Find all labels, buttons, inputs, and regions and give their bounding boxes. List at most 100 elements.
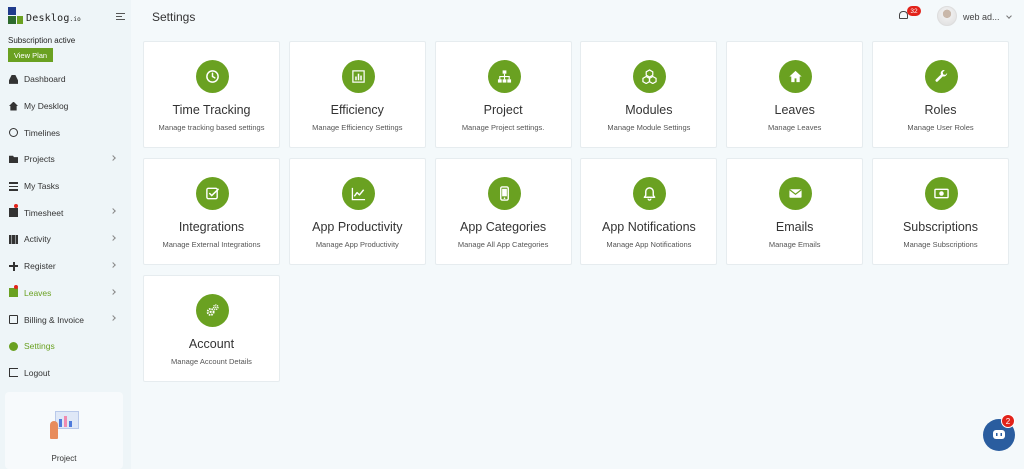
card-app-productivity[interactable]: App Productivity Manage App Productivity — [288, 158, 426, 265]
home-icon — [9, 101, 18, 111]
plus-icon — [9, 261, 18, 271]
gear-icon — [9, 341, 18, 351]
logo-text: Desklog.io — [26, 13, 81, 24]
dashboard-icon — [9, 74, 18, 84]
sidebar-item-label: Timelines — [24, 127, 61, 138]
sidebar-item-label: Logout — [24, 367, 50, 378]
clock-icon — [196, 60, 229, 93]
card-title: Modules — [625, 103, 673, 117]
cubes-icon — [633, 60, 667, 93]
alert-dot — [14, 284, 18, 289]
card-description: Manage External Integrations — [162, 240, 261, 249]
sitemap-icon — [487, 60, 521, 93]
sidebar-item-timesheet[interactable]: Timesheet — [0, 199, 131, 226]
card-description: Manage Leaves — [768, 123, 822, 132]
sidebar-item-my-tasks[interactable]: My Tasks — [0, 173, 131, 200]
chevron-right-icon — [110, 261, 116, 268]
sidebar-item-label: Projects — [24, 154, 55, 165]
card-project[interactable]: Project Manage Project settings. — [434, 41, 572, 148]
grid-icon — [9, 234, 18, 244]
card-title: Project — [483, 103, 523, 117]
envelope-icon — [779, 177, 813, 210]
sidebar: Desklog.io Subscription active View Plan… — [0, 0, 131, 469]
view-plan-button[interactable]: View Plan — [8, 48, 53, 62]
logo-mark-icon — [8, 7, 23, 24]
sidebar-item-label: Settings — [24, 341, 55, 352]
card-leaves[interactable]: Leaves Manage Leaves — [726, 41, 864, 148]
card-description: Manage App Productivity — [315, 240, 399, 249]
sidebar-item-label: Billing & Invoice — [24, 314, 85, 325]
card-description: Manage User Roles — [907, 123, 974, 132]
card-app-notifications[interactable]: App Notifications Manage App Notificatio… — [580, 158, 718, 265]
sidebar-item-label: Leaves — [24, 287, 52, 298]
sidebar-item-label: My Tasks — [24, 181, 60, 192]
sidebar-item-activity[interactable]: Activity — [0, 226, 131, 253]
card-efficiency[interactable]: Efficiency Manage Efficiency Settings — [288, 41, 426, 148]
card-subscriptions[interactable]: Subscriptions Manage Subscriptions — [872, 158, 1009, 265]
home-icon — [779, 60, 813, 93]
card-title: App Productivity — [312, 220, 403, 234]
sidebar-item-label: Activity — [24, 234, 51, 245]
folder-icon — [9, 155, 18, 164]
top-bar: Settings 32 web ad... — [131, 0, 1024, 33]
sidebar-item-register[interactable]: Register — [0, 253, 131, 280]
line-chart-icon — [341, 177, 375, 210]
card-emails[interactable]: Emails Manage Emails — [726, 158, 864, 265]
chevron-right-icon — [110, 288, 116, 295]
card-description: Manage Account Details — [171, 357, 252, 366]
card-account[interactable]: Account Manage Account Details — [143, 275, 280, 382]
card-title: Efficiency — [330, 103, 384, 117]
chat-icon — [993, 430, 1005, 439]
card-description: Manage Project settings. — [461, 123, 545, 132]
notification-count-badge: 32 — [907, 6, 921, 16]
card-title: Roles — [924, 103, 957, 117]
leaves-icon — [9, 288, 18, 298]
sidebar-item-billing-invoice[interactable]: Billing & Invoice — [0, 306, 131, 333]
sidebar-item-timelines[interactable]: Timelines — [0, 119, 131, 146]
chevron-right-icon — [110, 155, 116, 161]
sidebar-item-label: Timesheet — [24, 207, 64, 218]
sidebar-item-logout[interactable]: Logout — [0, 360, 131, 387]
sidebar-item-label: Register — [24, 261, 56, 272]
card-description: Manage All App Categories — [457, 240, 549, 249]
sidebar-item-dashboard[interactable]: Dashboard — [0, 66, 131, 93]
card-title: Account — [188, 337, 235, 351]
bar-chart-icon — [341, 60, 375, 93]
card-time-tracking[interactable]: Time Tracking Manage tracking based sett… — [143, 41, 280, 148]
card-title: App Categories — [460, 220, 547, 234]
gears-icon — [196, 294, 229, 327]
chevron-down-icon[interactable] — [1006, 13, 1012, 19]
sidebar-item-projects[interactable]: Projects — [0, 146, 131, 173]
user-name[interactable]: web ad... — [963, 12, 1000, 22]
sidebar-nav: Dashboard My Desklog Timelines Projects … — [0, 66, 131, 386]
card-roles[interactable]: Roles Manage User Roles — [872, 41, 1009, 148]
card-description: Manage Emails — [768, 240, 821, 249]
check-square-icon — [196, 177, 229, 210]
card-description: Manage Subscriptions — [903, 240, 978, 249]
card-title: Integrations — [178, 220, 245, 234]
logout-icon — [9, 368, 18, 378]
card-integrations[interactable]: Integrations Manage External Integration… — [143, 158, 280, 265]
tasks-icon — [9, 181, 18, 191]
card-app-categories[interactable]: App Categories Manage All App Categories — [434, 158, 572, 265]
card-modules[interactable]: Modules Manage Module Settings — [580, 41, 718, 148]
chevron-right-icon — [110, 208, 116, 215]
project-illustration-icon — [50, 409, 83, 439]
sidebar-item-leaves[interactable]: Leaves — [0, 280, 131, 307]
desklog-logo[interactable]: Desklog.io — [8, 7, 81, 24]
page-title: Settings — [152, 10, 196, 24]
chat-unread-badge: 2 — [1001, 414, 1015, 428]
clock-icon — [9, 128, 18, 138]
sidebar-item-label: My Desklog — [24, 101, 69, 112]
card-description: Manage tracking based settings — [158, 123, 265, 132]
mobile-icon — [487, 177, 521, 210]
card-title: Emails — [775, 220, 814, 234]
sidebar-item-my-desklog[interactable]: My Desklog — [0, 93, 131, 120]
card-description: Manage App Notifications — [606, 240, 692, 249]
menu-toggle-icon[interactable] — [116, 13, 125, 21]
sidebar-item-settings[interactable]: Settings — [0, 333, 131, 360]
project-promo-card[interactable]: Project — [5, 392, 123, 469]
avatar[interactable] — [937, 6, 957, 26]
subscription-status: Subscription active — [8, 36, 76, 45]
invoice-icon — [9, 315, 18, 325]
